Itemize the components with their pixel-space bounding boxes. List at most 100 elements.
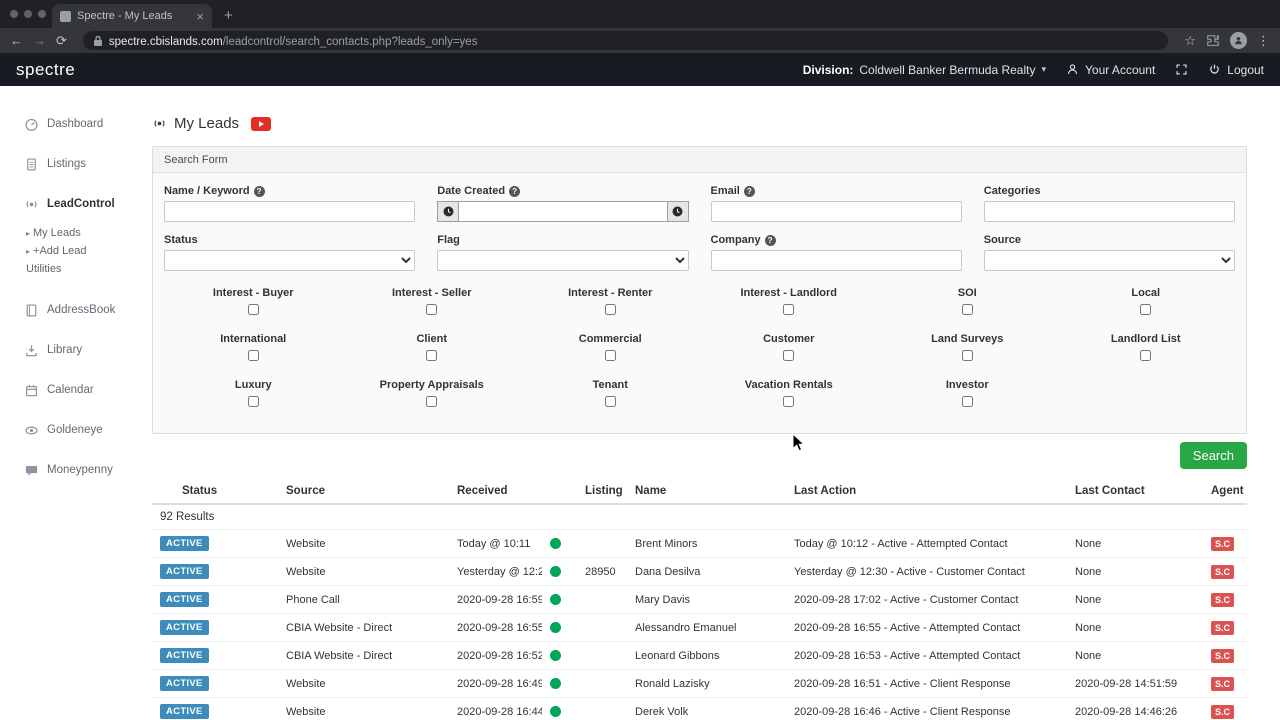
listing-cell[interactable]	[577, 697, 627, 720]
checkbox-client[interactable]	[426, 350, 438, 361]
browser-profile-avatar[interactable]	[1230, 32, 1247, 49]
checkbox-label: Local	[1131, 287, 1161, 299]
sidebar-item-moneypenny[interactable]: Moneypenny	[0, 450, 120, 490]
sidebar-subitem-my-leads[interactable]: ▸ My Leads	[0, 224, 120, 242]
company-input[interactable]	[710, 250, 962, 271]
table-row[interactable]: ACTIVE CBIA Website - Direct 2020-09-28 …	[152, 641, 1247, 670]
sidebar-item-dashboard[interactable]: Dashboard	[0, 104, 120, 144]
table-row[interactable]: ACTIVE Website Today @ 10:11 Brent Minor…	[152, 529, 1247, 558]
sidebar-label: Dashboard	[47, 118, 104, 130]
status-select[interactable]	[164, 250, 416, 271]
sidebar-item-library[interactable]: Library	[0, 330, 120, 370]
checkbox-land-surveys[interactable]	[961, 350, 973, 361]
checkbox-tenant[interactable]	[604, 396, 616, 407]
help-icon[interactable]: ?	[509, 185, 521, 197]
back-icon[interactable]: ←	[10, 34, 23, 47]
table-row[interactable]: ACTIVE Website 2020-09-28 16:44 Derek Vo…	[152, 697, 1247, 720]
checkbox-luxury[interactable]	[247, 396, 259, 407]
table-row[interactable]: ACTIVE Website Yesterday @ 12:29 28950 D…	[152, 557, 1247, 586]
app-logo[interactable]: spectre	[16, 60, 75, 80]
listing-cell[interactable]	[577, 613, 627, 642]
logout-button[interactable]: Logout	[1208, 63, 1264, 77]
checkbox-landlord-list[interactable]	[1140, 350, 1152, 361]
bookmark-star-icon[interactable]: ☆	[1184, 34, 1196, 47]
sidebar-item-calendar[interactable]: Calendar	[0, 370, 120, 410]
forward-icon[interactable]: →	[33, 34, 46, 47]
tab-close-icon[interactable]: ×	[196, 10, 204, 23]
new-tab-icon[interactable]: +	[224, 7, 233, 24]
source-select[interactable]	[983, 250, 1235, 271]
help-icon[interactable]: ?	[253, 185, 265, 197]
checkbox-label: SOI	[957, 287, 977, 299]
extensions-puzzle-icon[interactable]	[1206, 34, 1220, 48]
window-zoom-icon[interactable]	[38, 10, 46, 18]
division-label: Division:	[802, 62, 854, 77]
sidebar-subitem-add-lead[interactable]: ▸ +Add Lead	[0, 242, 120, 260]
video-tutorial-icon[interactable]	[251, 116, 272, 131]
window-close-icon[interactable]	[10, 10, 18, 18]
your-account-label: Your Account	[1085, 62, 1156, 77]
fullscreen-icon[interactable]	[1175, 63, 1188, 76]
email-label: Email	[710, 185, 740, 197]
listing-cell[interactable]	[577, 529, 627, 558]
checkbox-vacation-rentals[interactable]	[783, 396, 795, 407]
checkbox-international[interactable]	[247, 350, 259, 361]
sidebar-item-leadcontrol[interactable]: LeadControl	[0, 184, 120, 224]
search-button[interactable]: Search	[1179, 442, 1247, 469]
email-input[interactable]	[710, 201, 962, 222]
checkbox-interest-renter[interactable]	[604, 304, 616, 315]
checkbox-soi[interactable]	[961, 304, 973, 315]
listing-cell[interactable]	[577, 585, 627, 614]
checkbox-local[interactable]	[1140, 304, 1152, 315]
checkbox-interest-buyer[interactable]	[247, 304, 259, 315]
source-cell: Website	[278, 669, 449, 698]
clock-icon[interactable]	[437, 201, 459, 222]
browser-menu-icon[interactable]: ⋮	[1257, 34, 1270, 47]
last-action-cell: 2020-09-28 16:53 - Active - Attempted Co…	[786, 641, 1067, 670]
sidebar-label: Listings	[47, 158, 86, 170]
your-account-button[interactable]: Your Account	[1066, 63, 1155, 77]
sidebar-item-addressbook[interactable]: AddressBook	[0, 290, 120, 330]
listing-cell[interactable]: 28950	[577, 557, 627, 586]
category-checkbox-item: Vacation Rentals	[700, 379, 879, 407]
sidebar-item-goldeneye[interactable]: Goldeneye	[0, 410, 120, 450]
window-controls[interactable]	[10, 10, 46, 18]
checkbox-interest-seller[interactable]	[426, 304, 438, 315]
flag-select[interactable]	[437, 250, 689, 271]
lead-name-cell[interactable]: Mary Davis	[627, 585, 786, 614]
listing-cell[interactable]	[577, 669, 627, 698]
checkbox-customer[interactable]	[783, 350, 795, 361]
sidebar-item-listings[interactable]: Listings	[0, 144, 120, 184]
lead-name-cell[interactable]: Leonard Gibbons	[627, 641, 786, 670]
lead-name-cell[interactable]: Dana Desilva	[627, 557, 786, 586]
date-created-input[interactable]	[458, 201, 668, 222]
lead-name-cell[interactable]: Brent Minors	[627, 529, 786, 558]
window-minimize-icon[interactable]	[24, 10, 32, 18]
caret-right-icon: ▸	[26, 228, 31, 238]
results-header-row: Status Source Received Listing Name Last…	[152, 479, 1247, 505]
table-row[interactable]: ACTIVE CBIA Website - Direct 2020-09-28 …	[152, 613, 1247, 642]
checkbox-investor[interactable]	[961, 396, 973, 407]
name-keyword-label: Name / Keyword	[164, 185, 250, 197]
lead-name-cell[interactable]: Derek Volk	[627, 697, 786, 720]
clock-icon[interactable]	[667, 201, 689, 222]
categories-input[interactable]	[983, 201, 1235, 222]
address-bar[interactable]: spectre.cbislands.com/leadcontrol/search…	[82, 31, 1169, 50]
table-row[interactable]: ACTIVE Phone Call 2020-09-28 16:59 Mary …	[152, 585, 1247, 614]
sidebar-subitem-utilities[interactable]: Utilities	[0, 260, 120, 278]
table-row[interactable]: ACTIVE Website 2020-09-28 16:49 Ronald L…	[152, 669, 1247, 698]
download-icon	[26, 344, 37, 356]
browser-tab[interactable]: Spectre - My Leads ×	[52, 4, 212, 28]
name-keyword-input[interactable]	[164, 201, 416, 222]
listing-cell[interactable]	[577, 641, 627, 670]
col-listing: Listing	[577, 479, 627, 505]
refresh-icon[interactable]: ⟳	[56, 34, 67, 47]
checkbox-commercial[interactable]	[604, 350, 616, 361]
help-icon[interactable]: ?	[743, 185, 755, 197]
lead-name-cell[interactable]: Alessandro Emanuel	[627, 613, 786, 642]
division-selector[interactable]: Division: Coldwell Banker Bermuda Realty…	[803, 63, 1046, 77]
help-icon[interactable]: ?	[764, 234, 776, 246]
checkbox-property-appraisals[interactable]	[426, 396, 438, 407]
checkbox-interest-landlord[interactable]	[783, 304, 795, 315]
lead-name-cell[interactable]: Ronald Lazisky	[627, 669, 786, 698]
